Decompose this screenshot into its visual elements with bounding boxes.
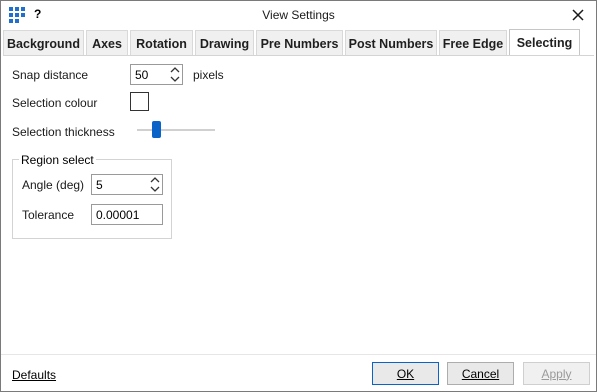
tolerance-label: Tolerance (22, 208, 75, 222)
cancel-button[interactable]: Cancel (447, 362, 514, 385)
snap-distance-label: Snap distance (12, 68, 89, 82)
tab-divider (3, 55, 594, 56)
title-bar: ? View Settings (1, 1, 596, 29)
tab-background[interactable]: Background (3, 30, 84, 56)
tab-drawing[interactable]: Drawing (195, 30, 254, 56)
selection-colour-swatch[interactable] (130, 92, 149, 111)
tab-post-numbers[interactable]: Post Numbers (345, 30, 437, 56)
selection-colour-label: Selection colour (12, 96, 98, 110)
close-button[interactable] (566, 3, 590, 27)
ok-button[interactable]: OK (372, 362, 439, 385)
defaults-link[interactable]: Defaults (12, 368, 56, 382)
ok-button-label: OK (396, 366, 415, 381)
snap-distance-unit: pixels (193, 68, 224, 82)
tolerance-input[interactable]: 0.00001 (91, 204, 163, 225)
tolerance-value: 0.00001 (96, 208, 140, 222)
tab-free-edge[interactable]: Free Edge (439, 30, 507, 56)
angle-spinbox[interactable]: 5 (91, 174, 163, 195)
snap-distance-spinbox[interactable]: 50 (130, 64, 183, 85)
region-select-title: Region select (19, 153, 96, 167)
spin-arrows-icon[interactable] (149, 175, 161, 194)
tab-rotation[interactable]: Rotation (130, 30, 193, 56)
cancel-button-label: Cancel (461, 366, 500, 381)
apply-button[interactable]: Apply (523, 362, 590, 385)
tab-selecting[interactable]: Selecting (509, 29, 580, 56)
thickness-slider-thumb[interactable] (152, 121, 161, 138)
tab-pre-numbers[interactable]: Pre Numbers (256, 30, 343, 56)
tab-axes[interactable]: Axes (86, 30, 128, 56)
apply-button-label: Apply (541, 366, 572, 381)
close-icon (572, 9, 584, 21)
view-settings-dialog: ? View Settings Background Axes Rotation… (0, 0, 597, 392)
spin-arrows-icon[interactable] (169, 65, 181, 84)
angle-value: 5 (96, 178, 103, 192)
region-select-group (12, 159, 172, 239)
angle-label: Angle (deg) (22, 178, 85, 192)
footer-divider (1, 354, 596, 355)
tab-bar: Background Axes Rotation Drawing Pre Num… (3, 29, 582, 56)
window-title: View Settings (262, 8, 335, 22)
snap-distance-value: 50 (135, 68, 149, 82)
selection-thickness-label: Selection thickness (12, 125, 115, 139)
thickness-slider-track[interactable] (137, 129, 215, 131)
